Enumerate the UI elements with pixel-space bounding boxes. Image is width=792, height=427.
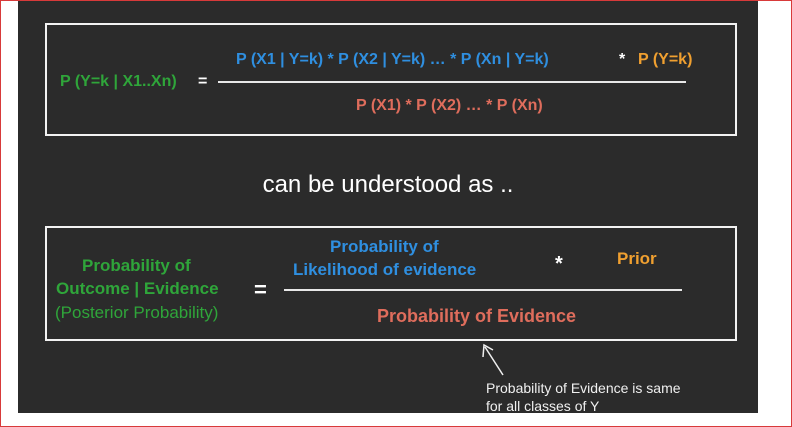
- likelihood-label-line1: Probability of: [330, 237, 439, 256]
- evidence-label: Probability of Evidence: [377, 306, 577, 326]
- posterior-label-line1: Probability of: [82, 256, 191, 275]
- prior-label: Prior: [617, 249, 657, 268]
- posterior-label-line2: Outcome | Evidence: [56, 279, 219, 298]
- equals-sign: =: [198, 73, 208, 90]
- posterior-label-line3: (Posterior Probability): [55, 303, 219, 322]
- equals-sign-bottom: =: [254, 277, 267, 302]
- middle-caption: can be understood as ..: [262, 171, 514, 198]
- likelihood-notation: P (X1 | Y=k) * P (X2 | Y=k) … * P (Xn | …: [236, 51, 549, 68]
- fraction-line-top: [218, 81, 686, 83]
- times-sign: *: [619, 51, 626, 68]
- screenshot-frame: P (Y=k | X1..Xn) = P (X1 | Y=k) * P (X2 …: [0, 0, 792, 427]
- annotation-line1: Probability of Evidence is same: [486, 380, 681, 396]
- times-sign-bottom: *: [555, 253, 563, 275]
- annotation-note: Probability of Evidence is same for all …: [486, 379, 681, 413]
- likelihood-label-line2: Likelihood of evidence: [293, 260, 477, 279]
- arrow-icon: [482, 343, 504, 376]
- evidence-notation: P (X1) * P (X2) … * P (Xn): [356, 97, 543, 114]
- fraction-line-bottom: [284, 289, 682, 291]
- prior-notation: P (Y=k): [638, 51, 693, 68]
- slide: P (Y=k | X1..Xn) = P (X1 | Y=k) * P (X2 …: [18, 1, 758, 413]
- annotation-line2: for all classes of Y: [486, 398, 600, 413]
- posterior-notation: P (Y=k | X1..Xn): [60, 73, 177, 90]
